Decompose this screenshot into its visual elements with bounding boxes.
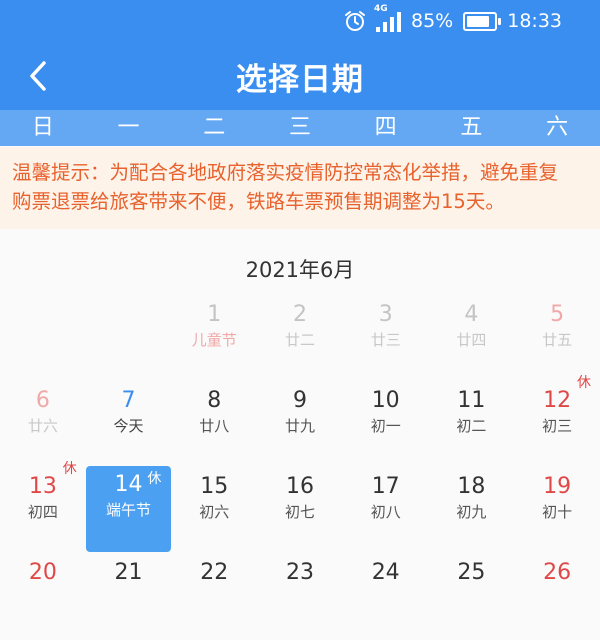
holiday-badge: 休 bbox=[62, 461, 77, 477]
calendar-day[interactable]: 12 初三休 bbox=[514, 375, 600, 468]
calendar-day[interactable]: 16 初七 bbox=[257, 468, 343, 554]
day-number: 8 bbox=[207, 388, 222, 413]
calendar-day[interactable]: 18 初九 bbox=[429, 468, 515, 554]
battery-percent: 85% bbox=[411, 10, 454, 32]
day-number: 24 bbox=[371, 560, 400, 585]
day-lunar-label: 初四 bbox=[27, 503, 58, 521]
day-number: 11 bbox=[457, 388, 486, 413]
day-lunar-label: 廿四 bbox=[456, 331, 487, 349]
day-number: 19 bbox=[543, 474, 572, 499]
weekday-fri: 五 bbox=[460, 115, 483, 140]
weekday-mon: 一 bbox=[117, 115, 140, 140]
presale-notice: 温馨提示：为配合各地政府落实疫情防控常态化举措，避免重复 购票退票给旅客带来不便… bbox=[0, 147, 600, 229]
day-number: 25 bbox=[457, 560, 486, 585]
signal-strength-icon: 4G bbox=[374, 4, 401, 32]
day-number: 7 bbox=[121, 388, 136, 413]
calendar-day: 2 廿二 bbox=[257, 296, 343, 382]
day-number: 15 bbox=[200, 474, 229, 499]
alarm-clock-icon bbox=[345, 11, 365, 31]
day-lunar-label: 今天 bbox=[113, 417, 144, 435]
day-lunar-label: 端午节 bbox=[106, 501, 152, 519]
day-lunar-label: 初九 bbox=[456, 503, 487, 521]
day-number: 18 bbox=[457, 474, 486, 499]
page-title: 选择日期 bbox=[236, 62, 364, 98]
day-number: 23 bbox=[285, 560, 314, 585]
calendar-day[interactable]: 10 初一 bbox=[343, 382, 429, 468]
day-lunar-label: 廿三 bbox=[370, 331, 401, 349]
holiday-badge: 休 bbox=[576, 375, 591, 391]
notice-line-2: 购票退票给旅客带来不便，铁路车票预售期调整为15天。 bbox=[12, 190, 505, 213]
day-lunar-label: 廿六 bbox=[27, 417, 58, 435]
day-lunar-label: 初七 bbox=[284, 503, 315, 521]
day-number: 26 bbox=[543, 560, 572, 585]
day-number: 6 bbox=[35, 388, 50, 413]
calendar-day: 1 儿童节 bbox=[171, 296, 257, 382]
calendar-day: 4 廿四 bbox=[429, 296, 515, 382]
calendar-day[interactable]: 7 今天 bbox=[86, 382, 172, 468]
clock-time: 18:33 bbox=[507, 10, 562, 32]
day-lunar-label: 廿二 bbox=[284, 331, 315, 349]
day-number: 16 bbox=[285, 474, 314, 499]
status-bar: 4G 85% 18:33 bbox=[0, 0, 600, 42]
calendar-day[interactable]: 11 初二 bbox=[429, 382, 515, 468]
calendar-day[interactable]: 15 初六 bbox=[171, 468, 257, 554]
weekday-thu: 四 bbox=[374, 115, 397, 140]
day-number: 9 bbox=[292, 388, 307, 413]
day-number: 21 bbox=[114, 560, 143, 585]
day-number: 1 bbox=[207, 302, 222, 327]
battery-icon bbox=[463, 11, 502, 31]
day-lunar-label: 初三 bbox=[542, 417, 573, 435]
weekday-header: 日 一 二 三 四 五 六 bbox=[0, 110, 600, 146]
day-lunar-label: 廿五 bbox=[542, 331, 573, 349]
day-number: 5 bbox=[550, 302, 565, 327]
calendar-day: 6 廿六 bbox=[0, 382, 86, 468]
title-bar: 选择日期 bbox=[0, 42, 600, 110]
calendar-day[interactable]: 13 初四休 bbox=[0, 461, 86, 554]
day-lunar-label: 初二 bbox=[456, 417, 487, 435]
calendar-day[interactable]: 19 初十 bbox=[514, 468, 600, 554]
weekday-tue: 二 bbox=[203, 115, 226, 140]
day-number: 4 bbox=[464, 302, 479, 327]
weekday-sat: 六 bbox=[546, 115, 569, 140]
day-number: 2 bbox=[292, 302, 307, 327]
battery-level bbox=[467, 15, 490, 27]
weekday-wed: 三 bbox=[288, 115, 311, 140]
weekday-sun: 日 bbox=[31, 115, 54, 140]
calendar-day[interactable]: 8 廿八 bbox=[171, 382, 257, 468]
calendar-day: 3 廿三 bbox=[343, 296, 429, 382]
day-number: 17 bbox=[371, 474, 400, 499]
calendar-day-selected[interactable]: 14 端午节休 bbox=[85, 466, 172, 552]
calendar-day[interactable]: 9 廿九 bbox=[257, 382, 343, 468]
day-lunar-label: 廿九 bbox=[284, 417, 315, 435]
day-lunar-label: 初八 bbox=[370, 503, 401, 521]
day-number: 20 bbox=[28, 560, 57, 585]
day-number: 3 bbox=[378, 302, 393, 327]
day-lunar-label: 儿童节 bbox=[191, 331, 237, 349]
day-number: 22 bbox=[200, 560, 229, 585]
calendar-day: 5 廿五 bbox=[514, 296, 600, 382]
network-type: 4G bbox=[374, 4, 388, 14]
calendar-day[interactable]: 17 初八 bbox=[343, 468, 429, 554]
day-lunar-label: 廿八 bbox=[199, 417, 230, 435]
month-title: 2021年6月 bbox=[245, 258, 355, 282]
day-lunar-label: 初一 bbox=[370, 417, 401, 435]
holiday-badge: 休 bbox=[147, 471, 162, 487]
notice-line-1: 温馨提示：为配合各地政府落实疫情防控常态化举措，避免重复 bbox=[12, 161, 559, 184]
status-indicators: 4G 85% 18:33 bbox=[344, 4, 562, 34]
day-number: 10 bbox=[371, 388, 400, 413]
day-lunar-label: 初十 bbox=[542, 503, 573, 521]
day-lunar-label: 初六 bbox=[199, 503, 230, 521]
